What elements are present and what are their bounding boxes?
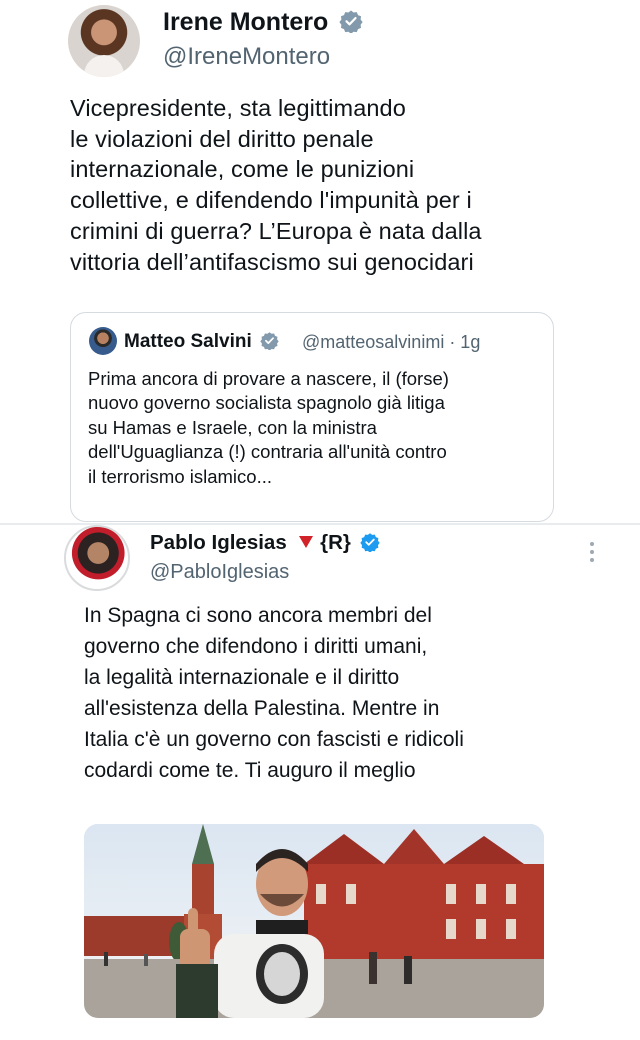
more-vertical-icon[interactable]	[588, 540, 596, 564]
verified-badge-icon	[359, 533, 380, 553]
avatar-matteo-salvini[interactable]	[89, 327, 117, 355]
quoted-author-handle-time[interactable]: @matteosalvinimi · 1g	[302, 332, 480, 353]
author-name[interactable]: Irene Montero	[163, 8, 363, 37]
author-name-suffix: {R}	[320, 531, 351, 554]
verified-badge-icon	[260, 332, 279, 350]
author-name-text: Pablo Iglesias	[150, 531, 287, 554]
quoted-tweet-text: Prima ancora di provare a nascere, il (f…	[88, 368, 449, 487]
author-name[interactable]: Pablo Iglesias {R}	[150, 531, 380, 555]
quoted-author-name-text: Matteo Salvini	[124, 331, 252, 352]
verified-badge-icon	[339, 10, 363, 34]
avatar-irene-montero[interactable]	[68, 5, 140, 77]
quoted-author-name[interactable]: Matteo Salvini	[124, 331, 279, 353]
tweet-irene-montero[interactable]: Irene Montero @IreneMontero Vicepresiden…	[0, 0, 640, 525]
tweet-media-image[interactable]	[84, 824, 544, 1018]
avatar-pablo-iglesias[interactable]	[64, 525, 130, 591]
author-name-text: Irene Montero	[163, 8, 329, 36]
author-handle[interactable]: @PabloIglesias	[150, 561, 289, 584]
red-square-photo	[84, 824, 544, 1018]
tweet-text: Vicepresidente, sta legittimando le viol…	[70, 95, 482, 275]
author-handle[interactable]: @IreneMontero	[163, 43, 330, 71]
tweet-text: In Spagna ci sono ancora membri del gove…	[84, 604, 464, 782]
red-triangle-emoji	[299, 536, 314, 549]
